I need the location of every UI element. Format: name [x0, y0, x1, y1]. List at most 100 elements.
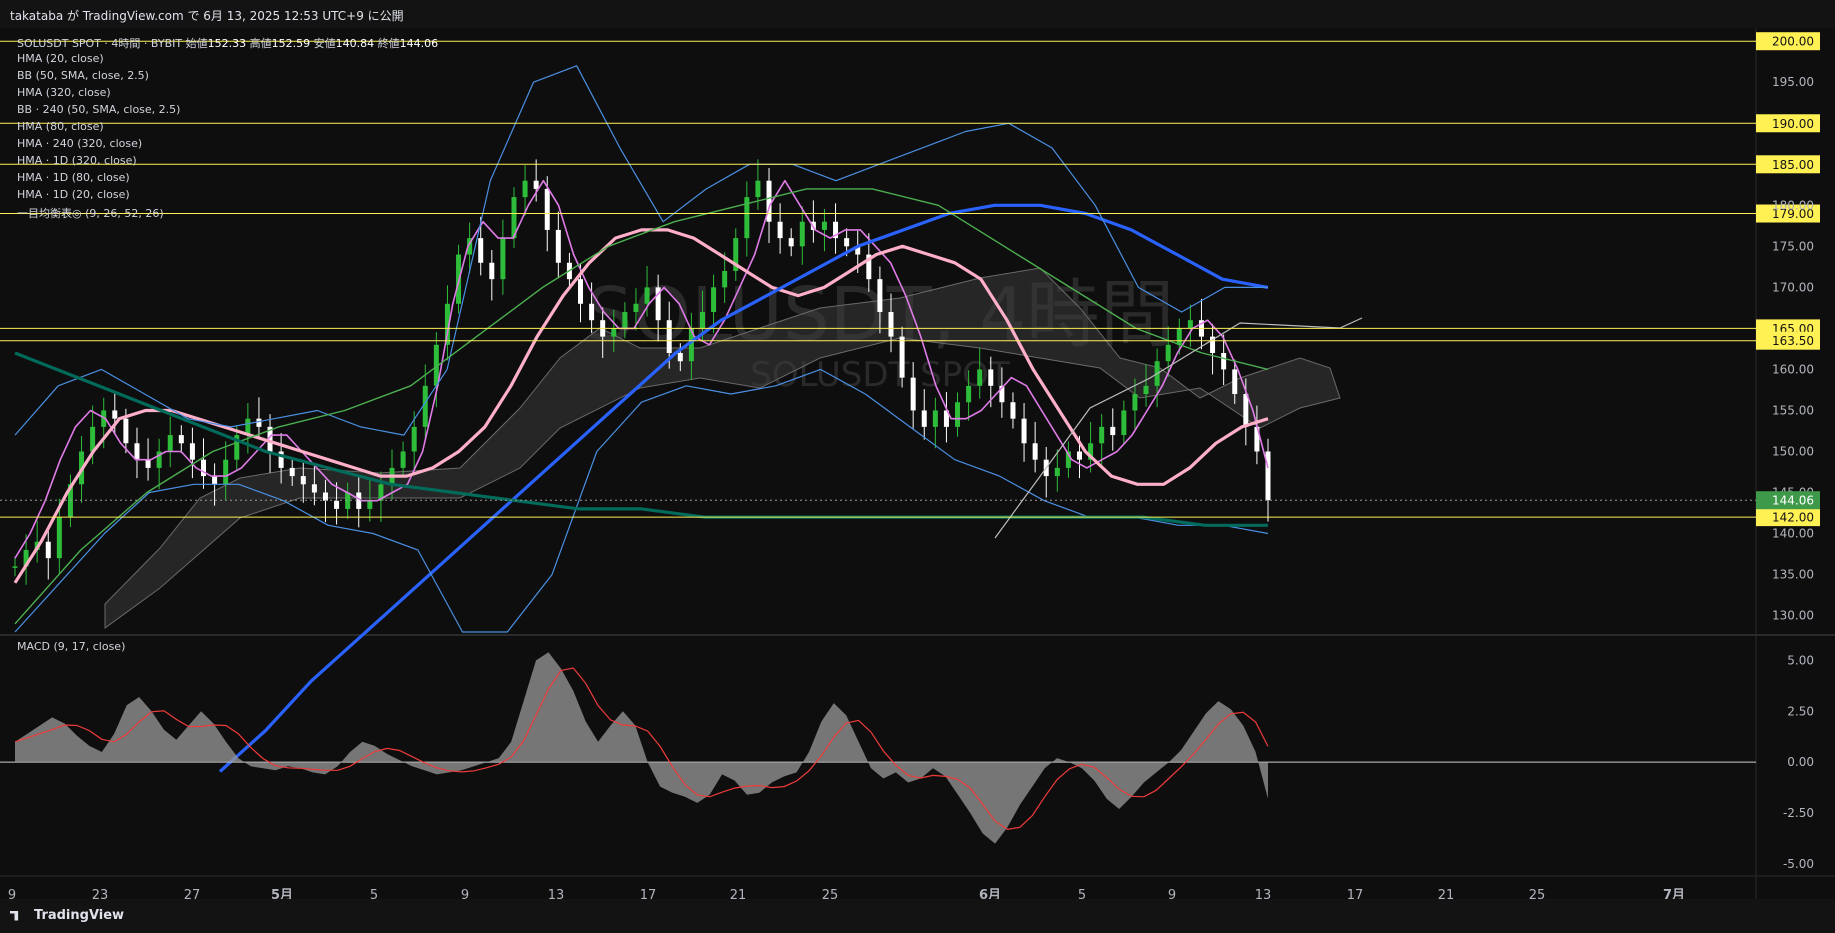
price-axis-tick: 130.00	[1772, 609, 1814, 623]
candle-body	[212, 476, 218, 485]
legend-indicator[interactable]: HMA (320, close)	[17, 86, 111, 99]
candle-body	[1232, 369, 1238, 395]
candle-body	[1143, 385, 1149, 395]
candle-body	[932, 410, 938, 427]
candle-body	[289, 467, 295, 477]
candle-body	[1187, 320, 1193, 329]
time-axis-tick: 5	[370, 888, 378, 899]
legend-high-label: 高値	[249, 37, 272, 50]
time-axis-tick: 7月	[1663, 888, 1685, 899]
level-tag-label: 200.00	[1772, 35, 1814, 49]
candle-body	[1176, 328, 1182, 345]
candle-body	[589, 303, 595, 321]
price-axis-tick: 180.00	[1772, 198, 1814, 212]
legend-indicator[interactable]: HMA · 1D (320, close)	[17, 154, 137, 167]
price-axis-tick: 195.00	[1772, 75, 1814, 89]
price-axis-tick: 170.00	[1772, 280, 1814, 294]
macd-axis-tick: -5.00	[1783, 857, 1814, 871]
candle-body	[134, 443, 140, 460]
legend-low-label: 安値	[313, 37, 336, 50]
time-axis-tick: 25	[1529, 888, 1546, 899]
last-price-tag: 144.06	[1756, 491, 1820, 510]
price-axis-tick: 175.00	[1772, 239, 1814, 253]
candle-body	[777, 221, 783, 239]
candle-body	[178, 435, 184, 444]
candle-body	[411, 426, 417, 452]
time-axis-tick: 5月	[271, 888, 293, 899]
legend-indicator[interactable]: HMA · 1D (80, close)	[17, 171, 130, 184]
tradingview-logo-icon	[10, 910, 19, 921]
time-axis-tick: 23	[92, 888, 109, 899]
candle-body	[877, 279, 883, 312]
candle-body	[1010, 402, 1016, 419]
candle-body	[722, 270, 728, 288]
candle-body	[633, 303, 639, 312]
legend-low: 140.84	[335, 37, 375, 50]
legend-indicator[interactable]: HMA · 240 (320, close)	[17, 137, 142, 150]
legend-indicator[interactable]: BB · 240 (50, SMA, close, 2.5)	[17, 103, 180, 116]
level-tag: 142.00	[1756, 508, 1820, 527]
macd-axis-tick: 2.50	[1787, 704, 1814, 718]
time-axis-tick: 9	[1168, 888, 1176, 899]
legend-high: 152.59	[271, 37, 311, 50]
chart-canvas[interactable]: SOLUSDT, 4時間SOLUSDT SPOT200.00190.00185.…	[0, 28, 1835, 899]
candle-body	[844, 238, 850, 247]
candle-body	[112, 410, 118, 419]
candle-body	[522, 180, 528, 198]
candle-body	[966, 385, 972, 403]
candle-body	[555, 229, 561, 263]
time-axis-tick: 5	[1078, 888, 1086, 899]
candle-body	[533, 180, 539, 189]
candle-body	[888, 311, 894, 337]
price-axis-tick: 150.00	[1772, 444, 1814, 458]
time-axis-tick: 13	[1255, 888, 1272, 899]
level-tag: 200.00	[1756, 32, 1820, 51]
candle-body	[788, 238, 794, 247]
candle-body	[167, 435, 173, 452]
last-price-tag-label: 144.06	[1772, 494, 1814, 508]
candle-body	[1132, 394, 1138, 411]
candle-body	[1021, 418, 1027, 444]
legend-indicator[interactable]: HMA (20, close)	[17, 52, 104, 65]
tradingview-logo[interactable]: TradingView	[10, 908, 124, 923]
candle-body	[578, 279, 584, 304]
candle-body	[189, 443, 195, 460]
legend-indicator[interactable]: BB (50, SMA, close, 2.5)	[17, 69, 149, 82]
candle-body	[821, 221, 827, 230]
candle-body	[666, 320, 672, 354]
legend-indicator[interactable]: HMA · 1D (20, close)	[17, 188, 130, 201]
macd-legend[interactable]: MACD (9, 17, close)	[17, 640, 125, 653]
candle-body	[145, 459, 151, 468]
candle-body	[1054, 467, 1060, 477]
price-axis-tick: 155.00	[1772, 403, 1814, 417]
legend-indicator[interactable]: 一目均衡表◎ (9, 26, 52, 26)	[17, 205, 164, 221]
time-axis-tick: 13	[548, 888, 565, 899]
candle-body	[622, 311, 628, 329]
legend-indicator[interactable]: HMA (80, close)	[17, 120, 104, 133]
candle-body	[422, 385, 428, 427]
legend-symbol: SOLUSDT SPOT · 4時間 · BYBIT	[17, 37, 183, 50]
candle-body	[256, 418, 262, 427]
candle-body	[711, 287, 717, 312]
candle-body	[56, 517, 62, 559]
candle-body	[334, 500, 340, 509]
candle-body	[1165, 344, 1171, 362]
legend-close-label: 終値	[377, 37, 400, 50]
brand-text: TradingView	[34, 908, 125, 923]
candle-body	[921, 410, 927, 427]
candle-body	[478, 238, 484, 263]
time-axis-tick: 17	[640, 888, 657, 899]
candle-body	[367, 500, 373, 509]
candle-body	[400, 451, 406, 468]
candle-body	[311, 484, 317, 493]
candle-body	[1243, 394, 1249, 427]
time-axis-tick: 17	[1347, 888, 1364, 899]
publish-text: takataba が TradingView.com で 6月 13, 2025…	[10, 9, 404, 23]
candle-body	[1110, 426, 1116, 436]
candle-body	[1221, 353, 1227, 370]
macd-axis-tick: 0.00	[1787, 755, 1814, 769]
time-axis-tick: 9	[461, 888, 469, 899]
candle-body	[544, 188, 550, 230]
candle-body	[755, 180, 761, 198]
time-axis-tick: 25	[822, 888, 839, 899]
